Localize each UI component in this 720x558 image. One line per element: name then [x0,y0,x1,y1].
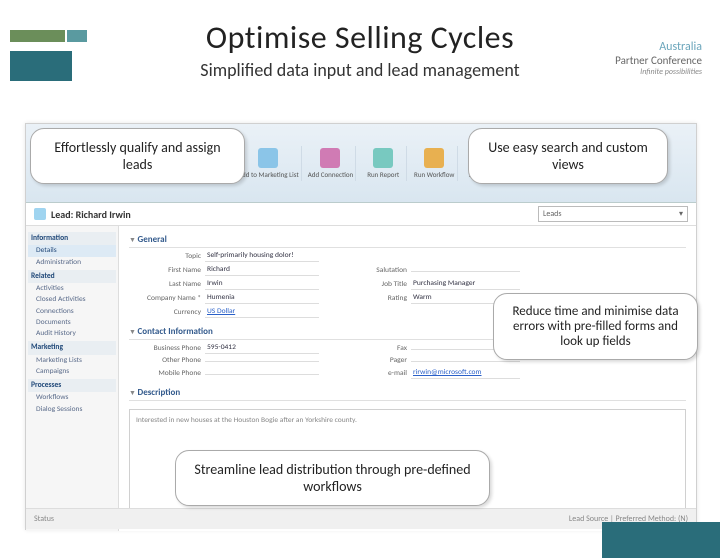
sidebar-item-connections[interactable]: Connections [28,306,116,317]
sidebar-item-workflows[interactable]: Workflows [28,392,116,403]
callout-workflows: Streamline lead distribution through pre… [175,450,490,506]
section-description[interactable]: Description [129,385,686,401]
ribbon-run-workflow[interactable]: Run Workflow [411,146,458,181]
field-company[interactable]: Humenia [205,292,319,304]
header-decoration [10,30,87,81]
field-first-name[interactable]: Richard [205,264,319,276]
sidebar-item-marketing-lists[interactable]: Marketing Lists [28,355,116,366]
field-salutation[interactable] [411,269,520,272]
crm-footer-status: StatusLead Source | Preferred Method: (N… [26,508,696,529]
field-job-title[interactable]: Purchasing Manager [411,278,520,290]
callout-qualify-assign: Effortlessly qualify and assign leads [30,128,245,184]
callout-search-views: Use easy search and custom views [468,128,668,184]
field-currency[interactable]: US Dollar [205,306,319,318]
field-mobile-phone[interactable] [205,372,319,375]
lead-header-bar: Lead: Richard Irwin Leads [26,203,696,226]
callout-prefilled-forms: Reduce time and minimise data errors wit… [493,293,698,360]
ribbon-marketing-list[interactable]: Add to Marketing List [236,146,302,181]
ribbon-add-connection[interactable]: Add Connection [306,146,356,181]
sidebar-item-campaigns[interactable]: Campaigns [28,366,116,377]
field-topic[interactable]: Self-primarily housing dolor! [205,250,319,262]
sidebar-group-information[interactable]: Information [28,232,116,245]
partner-conference-logo: Australia Partner Conference Infinite po… [607,40,702,77]
field-email[interactable]: rirwin@microsoft.com [411,367,520,379]
field-business-phone[interactable]: 595-0412 [205,342,319,354]
sidebar-item-activities[interactable]: Activities [28,283,116,294]
sidebar-group-related[interactable]: Related [28,270,116,283]
section-general[interactable]: General [129,232,686,248]
field-last-name[interactable]: Irwin [205,278,319,290]
sidebar-group-marketing[interactable]: Marketing [28,341,116,354]
crm-sidebar: Information Details Administration Relat… [26,226,119,531]
sidebar-item-closed-activities[interactable]: Closed Activities [28,294,116,305]
leads-dropdown[interactable]: Leads [538,206,688,222]
sidebar-group-processes[interactable]: Processes [28,379,116,392]
sidebar-item-administration[interactable]: Administration [28,257,116,268]
field-other-phone[interactable] [205,359,319,362]
sidebar-item-documents[interactable]: Documents [28,317,116,328]
lead-icon [34,208,46,220]
sidebar-item-details[interactable]: Details [28,245,116,256]
sidebar-item-dialog-sessions[interactable]: Dialog Sessions [28,404,116,415]
ribbon-run-report[interactable]: Run Report [360,146,407,181]
sidebar-item-audit-history[interactable]: Audit History [28,328,116,339]
footer-accent-block [602,522,720,558]
